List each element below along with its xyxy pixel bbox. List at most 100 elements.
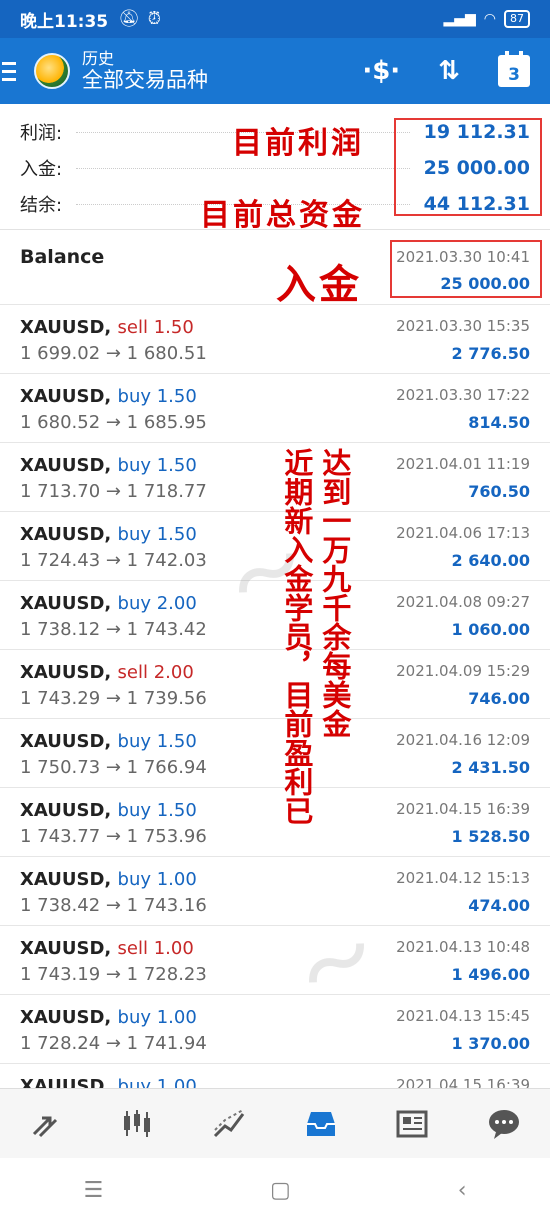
trade-profit: 2 431.50 xyxy=(451,758,530,777)
app-bar: 历史 全部交易品种 ·$· ⇅ 3 xyxy=(0,38,550,104)
trade-prices: 1 743.29 → 1 739.56 xyxy=(20,688,207,709)
currency-filter-icon[interactable]: ·$· xyxy=(362,56,400,86)
trade-date: 2021.04.01 11:19 xyxy=(396,455,530,473)
trade-row[interactable]: XAUUSD, buy 1.50 1 680.52 → 1 685.95 2021.… xyxy=(0,374,550,443)
trade-profit: 1 496.00 xyxy=(451,965,530,984)
alarm-icon: ⏰︎ xyxy=(147,9,161,29)
bottom-navigation xyxy=(0,1088,550,1158)
trade-symbol: XAUUSD, buy 1.50 xyxy=(20,731,197,752)
trade-profit: 1 060.00 xyxy=(451,620,530,639)
history-list: Balance 2021.03.30 10:41 25 000.00 XAUUS… xyxy=(0,230,550,1133)
mute-icon: 🔕︎ xyxy=(118,9,140,29)
menu-icon[interactable] xyxy=(0,51,30,91)
trade-type: buy 1.50 xyxy=(117,731,197,752)
trade-date: 2021.04.08 09:27 xyxy=(396,593,530,611)
trade-symbol: XAUUSD, buy 1.50 xyxy=(20,386,197,407)
trade-prices: 1 724.43 → 1 742.03 xyxy=(20,550,207,571)
recent-apps-icon[interactable]: ☰ xyxy=(83,1178,103,1203)
trade-date: 2021.04.13 10:48 xyxy=(396,938,530,956)
trade-date: 2021.04.15 16:39 xyxy=(396,800,530,818)
sort-icon[interactable]: ⇅ xyxy=(438,56,460,86)
trade-symbol: XAUUSD, buy 1.50 xyxy=(20,524,197,545)
trade-prices: 1 750.73 → 1 766.94 xyxy=(20,757,207,778)
trade-type: sell 2.00 xyxy=(117,662,194,683)
trade-date: 2021.03.30 17:22 xyxy=(396,386,530,404)
trade-type: buy 1.50 xyxy=(117,386,197,407)
trade-prices: 1 713.70 → 1 718.77 xyxy=(20,481,207,502)
trade-icon[interactable] xyxy=(208,1103,250,1145)
trade-row[interactable]: XAUUSD, buy 1.50 1 750.73 → 1 766.94 2021.… xyxy=(0,719,550,788)
trade-date: 2021.04.13 15:45 xyxy=(396,1007,530,1025)
annotation-deposit: 入金 xyxy=(276,261,362,308)
trade-profit: 1 370.00 xyxy=(451,1034,530,1053)
deposit-label: 入金: xyxy=(20,159,63,180)
status-time: 晚上11:35 xyxy=(20,11,109,32)
trade-prices: 1 738.42 → 1 743.16 xyxy=(20,895,207,916)
trade-prices: 1 728.24 → 1 741.94 xyxy=(20,1033,207,1054)
trade-date: 2021.04.09 15:29 xyxy=(396,662,530,680)
wifi-icon: ◠ xyxy=(483,11,496,27)
chart-icon[interactable] xyxy=(116,1103,158,1145)
trade-symbol: XAUUSD, sell 1.50 xyxy=(20,317,194,338)
trade-type: buy 1.50 xyxy=(117,524,197,545)
trade-row[interactable]: XAUUSD, sell 1.00 1 743.19 → 1 728.23 2021… xyxy=(0,926,550,995)
trade-type: sell 1.50 xyxy=(117,317,194,338)
page-title: 全部交易品种 xyxy=(82,68,208,92)
signal-icon: ▂▄▆ xyxy=(443,11,476,27)
annotation-vertical-left: 近期新入金学员，目前盈利已 xyxy=(279,448,314,825)
trade-profit: 746.00 xyxy=(468,689,530,708)
trade-type: buy 2.00 xyxy=(117,593,197,614)
trade-symbol: XAUUSD, buy 1.50 xyxy=(20,800,197,821)
trade-date: 2021.04.16 12:09 xyxy=(396,731,530,749)
battery-icon: 87 xyxy=(504,10,530,28)
trade-profit: 2 640.00 xyxy=(451,551,530,570)
calendar-icon[interactable]: 3 xyxy=(498,51,530,87)
status-bar: 晚上11:35 🔕︎ ⏰︎ ▂▄▆ ◠ 87 xyxy=(0,0,550,38)
trade-type: sell 1.00 xyxy=(117,938,194,959)
history-icon[interactable] xyxy=(300,1103,342,1145)
balance-label: 结余: xyxy=(20,195,63,216)
back-icon[interactable]: ‹ xyxy=(458,1178,467,1203)
trade-type: buy 1.50 xyxy=(117,455,197,476)
trade-symbol: XAUUSD, buy 2.00 xyxy=(20,593,197,614)
trade-profit: 814.50 xyxy=(468,413,530,432)
trade-symbol: XAUUSD, buy 1.00 xyxy=(20,1007,197,1028)
trade-row[interactable]: XAUUSD, buy 1.50 1 713.70 → 1 718.77 2021.… xyxy=(0,443,550,512)
trade-date: 2021.04.12 15:13 xyxy=(396,869,530,887)
trade-symbol: XAUUSD, buy 1.00 xyxy=(20,869,197,890)
profit-label: 利润: xyxy=(20,123,63,144)
trade-row[interactable]: XAUUSD, buy 1.00 1 728.24 → 1 741.94 2021.… xyxy=(0,995,550,1064)
trade-row[interactable]: XAUUSD, sell 2.00 1 743.29 → 1 739.56 2021… xyxy=(0,650,550,719)
trade-type: buy 1.00 xyxy=(117,869,197,890)
trade-symbol: XAUUSD, sell 2.00 xyxy=(20,662,194,683)
trade-type: buy 1.00 xyxy=(117,1007,197,1028)
trade-symbol: XAUUSD, buy 1.50 xyxy=(20,455,197,476)
trade-date: 2021.04.06 17:13 xyxy=(396,524,530,542)
chat-icon[interactable] xyxy=(483,1103,525,1145)
annotation-current-profit: 目前利润 xyxy=(232,126,364,161)
trade-prices: 1 680.52 → 1 685.95 xyxy=(20,412,207,433)
trade-prices: 1 699.02 → 1 680.51 xyxy=(20,343,207,364)
annotation-vertical-right: 达到一万九千余每美金 xyxy=(317,448,352,738)
trade-date: 2021.03.30 15:35 xyxy=(396,317,530,335)
home-icon[interactable]: ▢ xyxy=(270,1178,291,1203)
news-icon[interactable] xyxy=(391,1103,433,1145)
trade-row[interactable]: XAUUSD, sell 1.50 1 699.02 → 1 680.51 2021… xyxy=(0,305,550,374)
trade-row[interactable]: XAUUSD, buy 1.00 1 738.42 → 1 743.16 2021.… xyxy=(0,857,550,926)
balance-entry-title: Balance xyxy=(20,246,105,268)
system-navigation: ☰ ▢ ‹ xyxy=(0,1158,550,1222)
app-logo xyxy=(34,53,70,89)
trade-prices: 1 738.12 → 1 743.42 xyxy=(20,619,207,640)
annotation-total-funds: 目前总资金 xyxy=(200,198,365,233)
annotation-box-summary xyxy=(394,118,542,216)
trade-profit: 760.50 xyxy=(468,482,530,501)
trade-row[interactable]: XAUUSD, buy 1.50 1 743.77 → 1 753.96 2021.… xyxy=(0,788,550,857)
quotes-icon[interactable] xyxy=(25,1103,67,1145)
symbol-selector[interactable]: 历史 全部交易品种 xyxy=(82,49,208,93)
trade-profit: 2 776.50 xyxy=(451,344,530,363)
trade-prices: 1 743.77 → 1 753.96 xyxy=(20,826,207,847)
trade-type: buy 1.50 xyxy=(117,800,197,821)
app-root: { "status_bar": {"time": "晚上11:35", "bat… xyxy=(0,0,550,1222)
trade-profit: 1 528.50 xyxy=(451,827,530,846)
annotation-box-deposit xyxy=(390,240,542,298)
